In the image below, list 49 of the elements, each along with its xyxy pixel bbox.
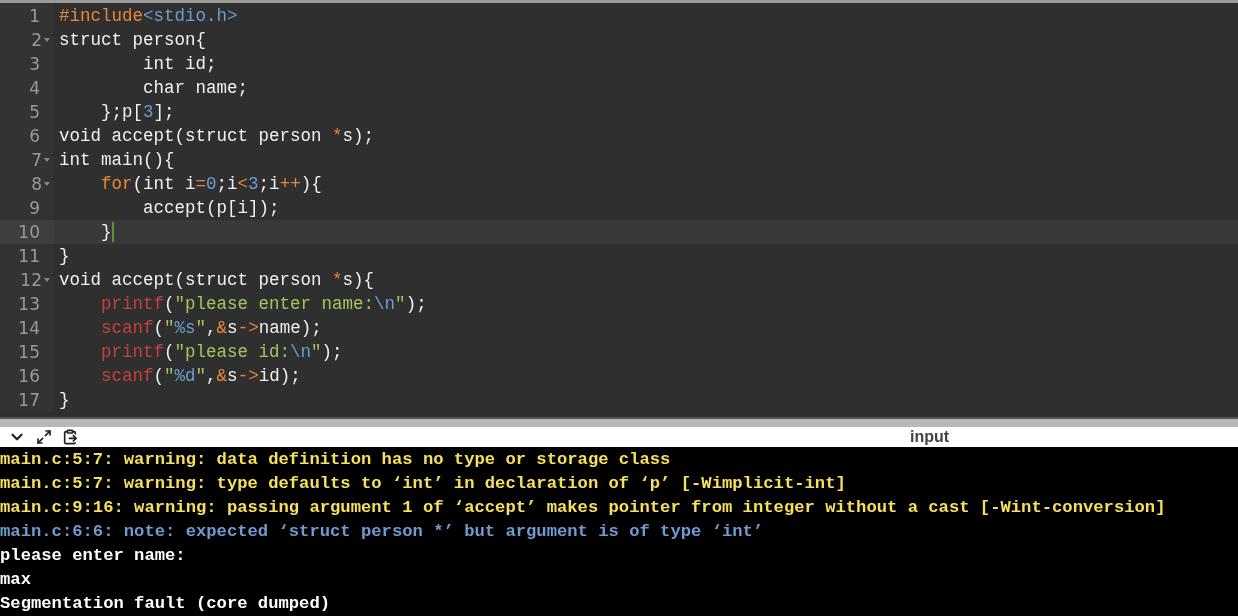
line-number: 4 <box>29 78 40 98</box>
line-number: 6 <box>29 126 40 146</box>
code-line: void accept(struct person *s); <box>58 125 375 148</box>
code-line: int id; <box>142 53 217 76</box>
console-line: please enter name: <box>0 545 187 567</box>
line-number: 5 <box>29 102 40 122</box>
fold-marker-icon[interactable] <box>44 38 50 42</box>
fold-marker-icon[interactable] <box>44 158 50 162</box>
line-number: 11 <box>18 246 40 266</box>
console-line: max <box>0 569 32 591</box>
console-line: Segmentation fault (core dumped) <box>0 593 332 615</box>
code-line: scanf("%s",&s->name); <box>100 317 322 340</box>
line-number: 10 <box>18 222 40 242</box>
code-line: struct person{ <box>58 29 207 52</box>
line-number: 3 <box>29 54 40 74</box>
code-line: } <box>58 245 70 268</box>
line-number: 15 <box>18 342 40 362</box>
code-line: } <box>58 389 70 412</box>
console-line: main.c:5:7: warning: data definition has no type or storage class <box>0 449 672 471</box>
splitter-bar[interactable] <box>0 417 1238 428</box>
console-line: main.c:9:16: warning: passing argument 1 of ‘accept’ makes pointer from integer without a cast [-Wint-conversion] <box>0 497 1167 519</box>
line-number: 9 <box>29 198 40 218</box>
line-number: 7 <box>31 150 42 170</box>
code-line: printf("please enter name:\n"); <box>100 293 427 316</box>
line-number: 17 <box>18 390 40 410</box>
console-title: input <box>910 428 950 446</box>
code-line: scanf("%d",&s->id); <box>100 365 301 388</box>
code-line: };p[3]; <box>100 101 175 124</box>
line-number: 14 <box>18 318 40 338</box>
code-line: char name; <box>142 77 249 100</box>
line-number: 16 <box>18 366 40 386</box>
code-line: for(int i=0;i<3;i++){ <box>100 173 322 196</box>
code-line: #include<stdio.h> <box>58 5 238 28</box>
clipboard-icon[interactable] <box>62 429 78 445</box>
console-line: main.c:5:7: warning: type defaults to ‘int’ in declaration of ‘p’ [-Wimplicit-int] <box>0 473 847 495</box>
code-line: int main(){ <box>58 149 175 172</box>
line-number: 1 <box>29 6 40 26</box>
line-number: 8 <box>31 174 42 194</box>
code-line: void accept(struct person *s){ <box>58 269 375 292</box>
code-line: } <box>100 221 114 244</box>
fold-marker-icon[interactable] <box>44 182 50 186</box>
expand-icon[interactable] <box>36 429 52 445</box>
fold-marker-icon[interactable] <box>44 278 50 282</box>
line-number: 2 <box>31 30 42 50</box>
code-line: accept(p[i]); <box>142 197 280 220</box>
console-line: main.c:6:6: note: expected ‘struct person *’ but argument is of type ‘int’ <box>0 521 765 543</box>
line-number: 12 <box>20 270 42 290</box>
line-number: 13 <box>18 294 40 314</box>
code-line: printf("please id:\n"); <box>100 341 343 364</box>
